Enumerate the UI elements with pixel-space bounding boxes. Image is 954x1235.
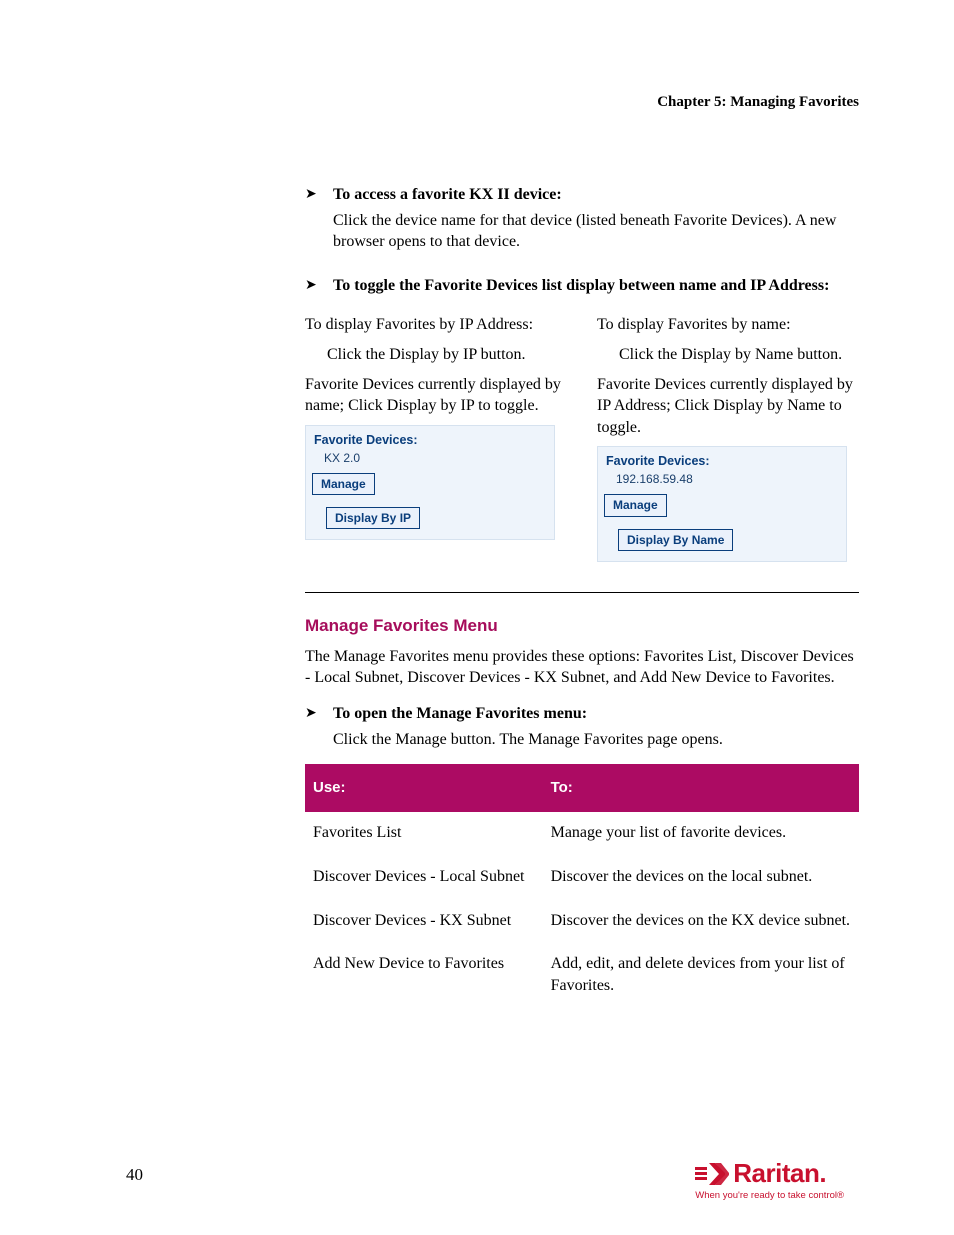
option-name: Discover Devices - KX Subnet xyxy=(305,900,543,944)
raritan-mark-icon xyxy=(695,1161,729,1187)
col-caption: Favorite Devices currently displayed by … xyxy=(597,374,859,439)
option-desc: Discover the devices on the KX device su… xyxy=(543,900,859,944)
favorite-device-item[interactable]: KX 2.0 xyxy=(312,450,548,471)
col-step: Click the Display by IP button. xyxy=(305,344,567,366)
bullet-arrow-icon: ➤ xyxy=(305,277,317,296)
brand-name: Raritan. xyxy=(733,1158,826,1189)
running-head: Chapter 5: Managing Favorites xyxy=(657,94,859,111)
display-by-ip-button[interactable]: Display By IP xyxy=(326,507,420,529)
two-column-block: To display Favorites by IP Address: Clic… xyxy=(305,314,859,561)
table-row: Discover Devices - KX Subnet Discover th… xyxy=(305,900,859,944)
favorite-devices-widget-right: Favorite Devices: 192.168.59.48 Manage D… xyxy=(597,446,847,561)
section-heading: Manage Favorites Menu xyxy=(305,615,859,638)
table-header-to: To: xyxy=(543,764,859,812)
col-display-by-ip: To display Favorites by IP Address: Clic… xyxy=(305,314,567,561)
option-name: Favorites List xyxy=(305,812,543,856)
option-desc: Add, edit, and delete devices from your … xyxy=(543,943,859,1008)
section-divider xyxy=(305,592,859,593)
favorite-devices-widget-left: Favorite Devices: KX 2.0 Manage Display … xyxy=(305,425,555,540)
widget-title: Favorite Devices: xyxy=(604,451,840,471)
widget-bottom-row: Display By IP xyxy=(312,505,548,529)
widget-bottom-row: Display By Name xyxy=(604,527,840,551)
task-body: Click the device name for that device (l… xyxy=(305,210,859,253)
page-number: 40 xyxy=(126,1165,143,1185)
manage-favorites-options-table: Use: To: Favorites List Manage your list… xyxy=(305,764,859,1008)
bullet-arrow-icon: ➤ xyxy=(305,186,317,205)
widget-title: Favorite Devices: xyxy=(312,430,548,450)
col-intro: To display Favorites by IP Address: xyxy=(305,314,567,336)
option-desc: Manage your list of favorite devices. xyxy=(543,812,859,856)
task-title: To open the Manage Favorites menu: xyxy=(305,703,859,725)
section-intro: The Manage Favorites menu provides these… xyxy=(305,646,859,689)
manage-button[interactable]: Manage xyxy=(604,494,667,516)
task-access-favorite: ➤ To access a favorite KX II device: Cli… xyxy=(305,184,859,253)
table-row: Favorites List Manage your list of favor… xyxy=(305,812,859,856)
brand-tagline: When you're ready to take control® xyxy=(695,1190,844,1201)
col-step: Click the Display by Name button. xyxy=(597,344,859,366)
bullet-arrow-icon: ➤ xyxy=(305,705,317,724)
manage-button[interactable]: Manage xyxy=(312,473,375,495)
page: Chapter 5: Managing Favorites ➤ To acces… xyxy=(0,0,954,1235)
brand-block: Raritan. xyxy=(695,1158,844,1189)
table-header-use: Use: xyxy=(305,764,543,812)
task-body: Click the Manage button. The Manage Favo… xyxy=(305,729,859,751)
task-title: To access a favorite KX II device: xyxy=(305,184,859,206)
content-column: ➤ To access a favorite KX II device: Cli… xyxy=(305,110,859,1008)
favorite-device-item[interactable]: 192.168.59.48 xyxy=(604,471,840,492)
col-caption: Favorite Devices currently displayed by … xyxy=(305,374,567,417)
task-toggle-display: ➤ To toggle the Favorite Devices list di… xyxy=(305,275,859,562)
option-name: Add New Device to Favorites xyxy=(305,943,543,1008)
col-intro: To display Favorites by name: xyxy=(597,314,859,336)
table-row: Add New Device to Favorites Add, edit, a… xyxy=(305,943,859,1008)
option-name: Discover Devices - Local Subnet xyxy=(305,856,543,900)
col-display-by-name: To display Favorites by name: Click the … xyxy=(597,314,859,561)
display-by-name-button[interactable]: Display By Name xyxy=(618,529,733,551)
option-desc: Discover the devices on the local subnet… xyxy=(543,856,859,900)
table-row: Discover Devices - Local Subnet Discover… xyxy=(305,856,859,900)
footer-logo: Raritan. When you're ready to take contr… xyxy=(695,1158,844,1201)
task-title: To toggle the Favorite Devices list disp… xyxy=(305,275,859,297)
task-open-manage-favorites: ➤ To open the Manage Favorites menu: Cli… xyxy=(305,703,859,750)
